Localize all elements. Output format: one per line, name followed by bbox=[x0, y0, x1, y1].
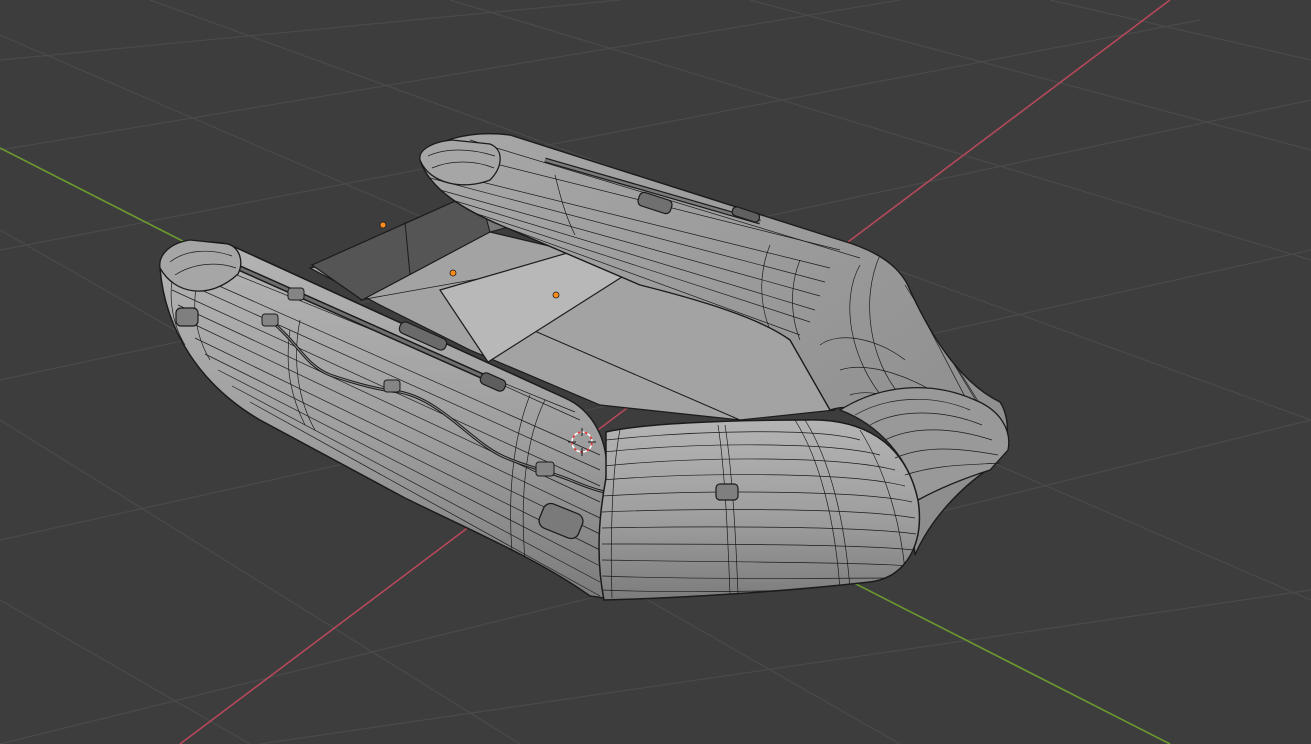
origin-point[interactable] bbox=[449, 269, 457, 277]
3d-viewport[interactable] bbox=[0, 0, 1311, 744]
inflatable-boat[interactable] bbox=[159, 133, 1010, 601]
origin-point[interactable] bbox=[552, 291, 560, 299]
origin-point[interactable] bbox=[379, 221, 387, 229]
bow-tube bbox=[598, 419, 920, 601]
